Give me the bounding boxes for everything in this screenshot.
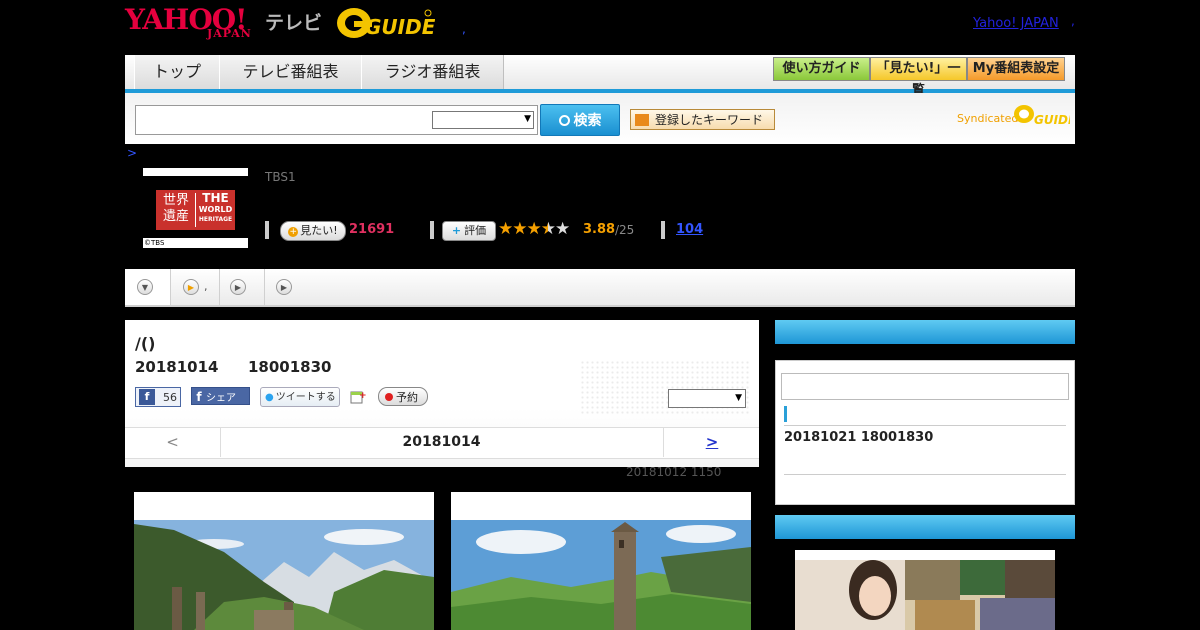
reserve-label: 予約 [396,391,418,404]
sidebar-band [775,344,1075,360]
star-icon: ★ [526,219,542,239]
tab-2[interactable]: ▶ , [171,269,220,305]
saved-keywords-button[interactable]: 登録したキーワード [630,109,775,130]
tab-4[interactable]: ▶ [265,269,309,305]
syndicated-label: Syndicated [957,112,1019,125]
rate-button[interactable]: + 評価 [442,221,496,241]
logo-text-heritage: HERITAGE [198,216,233,223]
header-dot-right: , [1071,14,1075,28]
sidebar-header-1 [775,320,1075,344]
review-count-link[interactable]: 104 [676,222,703,237]
logo-text-world: WORLD [198,205,233,214]
dropdown-arrow-icon [635,113,649,126]
logo-divider [195,193,196,227]
guide-button[interactable]: 使い方ガイド [773,57,870,81]
star-icon: ★ [498,219,513,239]
search-button-label: 検索 [573,113,602,129]
tab-1[interactable]: ▼ [125,269,171,305]
search-icon [558,115,570,126]
program-time: 18001830 [248,358,332,376]
rating-score: 3.88 [583,222,616,237]
want-count: 21691 [349,222,395,237]
my-schedule-settings-button[interactable]: My番組表設定 [967,57,1065,81]
logo-text-the: THE [202,191,229,205]
program-date: 20181014 [135,358,219,376]
program-photo-1[interactable] [134,492,434,630]
search-category-select[interactable]: ▼ [432,111,534,129]
logo-text-jp: 世界遺産 [162,193,189,224]
sidebar-ad-image[interactable] [795,550,1055,630]
reserve-button[interactable]: 予約 [378,387,428,406]
syndicated-gguide-logo: GUIDE [1012,102,1077,133]
svg-text:+: + [359,391,366,401]
play-icon: ▶ [276,279,292,295]
tweet-button[interactable]: ● ツイートする [260,387,340,407]
next-broadcast-datetime: 20181021 18001830 [784,430,934,445]
plus-icon: + [288,227,299,237]
facebook-icon: f [139,389,155,405]
pager-current-date: 20181014 [402,434,481,450]
want-list-button[interactable]: 「見たい!」一覧 [870,57,967,98]
facebook-icon: f [196,390,202,404]
star-half-icon: ★ [540,219,556,239]
share-label: シェア [206,393,236,404]
nav-tab-tv-schedule[interactable]: テレビ番組表 [219,55,362,89]
tweet-label: ツイートする [275,392,336,403]
logo-text-en: THE WORLD HERITAGE [197,192,234,224]
header-dot: , [462,22,466,36]
svg-text:GUIDE: GUIDE [1034,113,1070,127]
plus-icon: + [451,224,462,237]
tv-logo-text[interactable]: テレビ [265,8,322,35]
yahoo-japan-logo-text: JAPAN [207,27,252,40]
program-photo-2[interactable] [451,492,751,630]
search-button[interactable]: 検索 [540,104,620,136]
twitter-bird-icon: ● [265,392,274,403]
pager-next-button[interactable]: > [663,427,760,457]
svg-text:GUIDE: GUIDE [365,15,435,39]
want-label: 見たい! [300,224,338,237]
gguide-logo[interactable]: GUIDE [335,5,436,41]
yahoo-japan-link[interactable]: Yahoo! JAPAN [973,16,1059,31]
star-icon: ★ [512,219,527,239]
breadcrumb[interactable]: > [127,146,137,160]
channel-name: TBS1 [265,170,296,184]
tab-2-label: , [204,280,208,293]
tab-3[interactable]: ▶ [220,269,265,305]
main-nav: トップ テレビ番組表 ラジオ番組表 使い方ガイド 「見たい!」一覧 My番組表設… [125,55,1075,98]
saved-keywords-label: 登録したキーワード [655,113,764,127]
play-icon: ▶ [230,279,246,295]
update-timestamp: 20181012 1150 [626,465,722,479]
add-calendar-icon[interactable]: + [350,389,367,405]
content-tabs: ▼ ▶ , ▶ ▶ [125,269,1075,307]
play-icon: ▶ [183,279,199,295]
like-count: 56 [163,391,177,404]
sidebar-divider [784,474,1066,475]
rating-stars: ★★★★★ [498,219,570,239]
chevron-down-icon: ▼ [137,279,153,295]
divider [430,221,434,239]
nav-tab-radio-schedule[interactable]: ラジオ番組表 [361,55,504,89]
rate-label: 評価 [464,224,487,237]
divider [265,221,269,239]
device-select[interactable]: ▼ [668,389,746,408]
sidebar-header-2 [775,515,1075,539]
facebook-share-button[interactable]: f シェア [191,387,250,405]
chevron-down-icon: ▼ [735,393,742,403]
rating-max: /25 [615,223,635,237]
facebook-like-button[interactable]: f 56 [135,387,181,407]
chevron-down-icon: ▼ [524,114,531,124]
sidebar-field[interactable] [781,373,1069,400]
nav-tab-top[interactable]: トップ [134,55,220,89]
record-icon [385,393,393,401]
copyright-text: ©TBS [144,239,165,247]
divider [661,221,665,239]
want-to-watch-button[interactable]: + 見たい! [280,221,346,241]
program-title: /() [135,334,156,353]
star-empty-icon: ★ [555,219,570,239]
pager-prev-button[interactable]: < [125,427,221,457]
sidebar-divider [784,425,1066,426]
sidebar-accent-bar [784,406,787,422]
